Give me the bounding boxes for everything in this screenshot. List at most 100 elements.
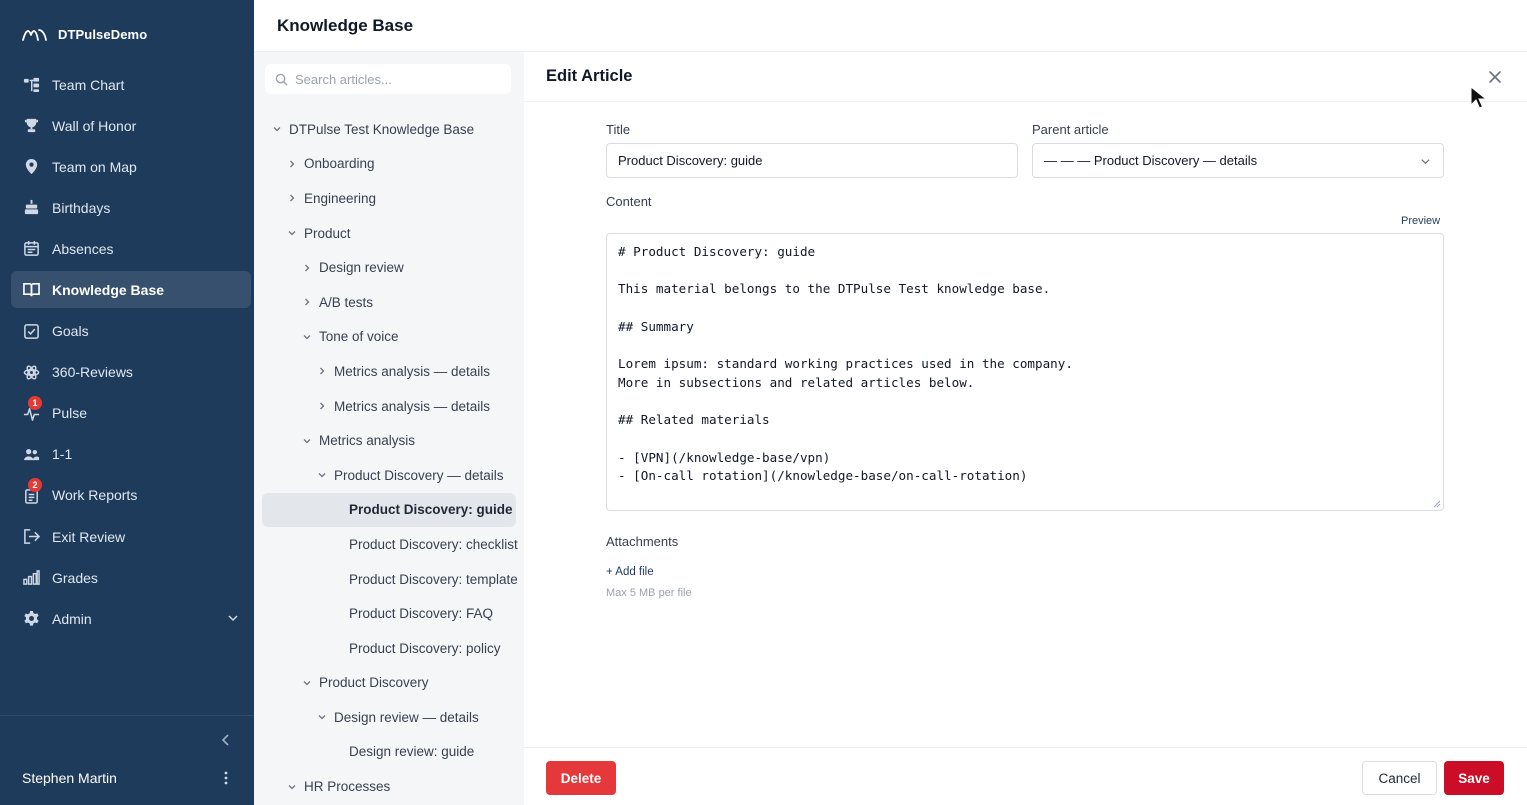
tree-item-label: Product: [304, 225, 351, 241]
brand[interactable]: DTPulseDemo: [22, 24, 147, 44]
sidebar-item-exit-review[interactable]: Exit Review: [11, 518, 251, 555]
chevron-down-icon[interactable]: [316, 469, 328, 481]
chevron-right-icon[interactable]: [316, 400, 328, 412]
tree-item[interactable]: Product Discovery — details: [262, 458, 524, 493]
tree-item[interactable]: Product Discovery: template: [262, 562, 524, 597]
resize-handle-icon[interactable]: [1433, 500, 1441, 508]
tree-item-label: Product Discovery: template: [349, 571, 518, 587]
sidebar-item-label: Exit Review: [52, 528, 126, 545]
sidebar-item-label: 1-1: [52, 446, 73, 463]
content-label: Content: [606, 194, 652, 209]
trophy-icon: [22, 117, 40, 135]
chevron-down-icon[interactable]: [286, 781, 298, 793]
sidebar-item-label: Work Reports: [52, 487, 138, 504]
tree-item[interactable]: Engineering: [262, 181, 524, 216]
chevron-down-icon[interactable]: [301, 677, 313, 689]
sidebar-item-team-on-map[interactable]: Team on Map: [11, 148, 251, 185]
tree-item[interactable]: Design review — details: [262, 700, 524, 735]
tree-item[interactable]: Onboarding: [262, 147, 524, 182]
sidebar-item-work-reports[interactable]: 2 Work Reports: [11, 477, 251, 514]
sidebar-item-label: Wall of Honor: [52, 117, 137, 134]
article-tree-panel: DTPulse Test Knowledge Base Onboarding Eng…: [254, 52, 524, 805]
sidebar-item-label: Knowledge Base: [52, 281, 165, 298]
tree-item-label: Onboarding: [304, 156, 375, 172]
tree-item[interactable]: Product Discovery: guide: [262, 492, 516, 528]
add-file-button[interactable]: + Add file: [606, 566, 654, 578]
search-icon: [275, 73, 288, 86]
attachments-hint: Max 5 MB per file: [606, 587, 692, 599]
preview-link[interactable]: Preview: [1401, 215, 1440, 227]
exit-icon: [22, 528, 40, 546]
pulse-icon: 1: [22, 396, 42, 422]
sidebar-item-wall-of-honor[interactable]: Wall of Honor: [11, 107, 251, 144]
more-vertical-icon[interactable]: [218, 770, 234, 786]
sidebar-item-360-reviews[interactable]: 360-Reviews: [11, 354, 251, 391]
chevron-down-icon[interactable]: [301, 331, 313, 343]
sidebar-item-one-on-one[interactable]: 1-1: [11, 436, 251, 473]
cancel-button[interactable]: Cancel: [1362, 761, 1437, 795]
delete-button[interactable]: Delete: [546, 761, 616, 795]
tree-item[interactable]: Design review: [262, 250, 524, 285]
chevron-down-icon[interactable]: [271, 123, 283, 135]
tree-item[interactable]: Design review: guide: [262, 735, 524, 770]
chevron-down-icon[interactable]: [286, 227, 298, 239]
tree-item[interactable]: Metrics analysis — details: [262, 389, 524, 424]
search-input[interactable]: [295, 71, 495, 87]
sidebar-item-absences[interactable]: Absences: [11, 230, 251, 267]
tree-item[interactable]: DTPulse Test Knowledge Base: [262, 112, 524, 147]
sidebar-item-label: Birthdays: [52, 199, 111, 216]
tree-item-label: Design review: guide: [349, 744, 475, 760]
sidebar-item-knowledge-base[interactable]: Knowledge Base: [11, 271, 251, 309]
notification-badge: 2: [28, 478, 42, 493]
checkbox-icon: [22, 322, 40, 340]
chevron-right-icon[interactable]: [286, 158, 298, 170]
sidebar-item-label: Goals: [52, 323, 89, 340]
chevron-down-icon[interactable]: [316, 711, 328, 723]
chevron-right-icon[interactable]: [286, 192, 298, 204]
page-title: Knowledge Base: [277, 16, 414, 35]
search-box[interactable]: [265, 64, 511, 94]
page-header: Knowledge Base: [254, 0, 1527, 52]
tree-item[interactable]: Metrics analysis: [262, 423, 524, 458]
save-button[interactable]: Save: [1444, 761, 1504, 795]
chevron-right-icon[interactable]: [316, 365, 328, 377]
tree-item[interactable]: Product Discovery: checklist: [262, 527, 524, 562]
chevron-right-icon[interactable]: [301, 296, 313, 308]
sidebar-item-goals[interactable]: Goals: [11, 313, 251, 350]
content-textarea[interactable]: # Product Discovery: guide This material…: [606, 233, 1444, 511]
sidebar-item-birthdays[interactable]: Birthdays: [11, 189, 251, 226]
gear-icon: [22, 610, 40, 628]
tree-item[interactable]: HR Processes: [262, 769, 524, 804]
user-name[interactable]: Stephen Martin: [22, 770, 117, 786]
tree-item[interactable]: Product Discovery: FAQ: [262, 596, 524, 631]
chevron-down-icon[interactable]: [301, 435, 313, 447]
tree-item[interactable]: Product: [262, 216, 524, 251]
calendar-icon: [22, 240, 40, 258]
sidebar-item-label: Team on Map: [52, 158, 137, 175]
parent-article-value: — — — Product Discovery — details: [1044, 153, 1258, 168]
close-icon[interactable]: [1487, 69, 1503, 85]
logo-icon: [22, 29, 47, 41]
chevron-right-icon[interactable]: [301, 262, 313, 274]
sidebar-item-grades[interactable]: Grades: [11, 559, 251, 596]
map-pin-icon: [22, 158, 40, 176]
title-field[interactable]: [606, 143, 1018, 178]
sidebar-item-admin[interactable]: Admin: [11, 600, 251, 637]
tree-item-label: Tone of voice: [319, 329, 399, 345]
sidebar-item-label: Absences: [52, 240, 114, 257]
tree-item-label: Engineering: [304, 190, 377, 206]
tree-item[interactable]: Product Discovery: policy: [262, 631, 524, 666]
parent-article-label: Parent article: [1032, 122, 1109, 137]
sidebar-item-team-chart[interactable]: Team Chart: [11, 66, 251, 103]
tree-item[interactable]: Tone of voice: [262, 320, 524, 355]
collapse-sidebar-icon[interactable]: [218, 732, 234, 748]
tree-item[interactable]: A/B tests: [262, 285, 524, 320]
tree-item-label: HR Processes: [304, 779, 391, 795]
tree-item[interactable]: Product Discovery: [262, 666, 524, 701]
chevron-down-icon: [1421, 159, 1430, 165]
title-input[interactable]: [618, 153, 1006, 168]
sidebar-item-pulse[interactable]: 1 Pulse: [11, 395, 251, 432]
parent-article-select[interactable]: — — — Product Discovery — details: [1032, 143, 1444, 178]
sidebar-nav: Team Chart Wall of Honor Team on Map Bir…: [11, 66, 251, 641]
tree-item[interactable]: Metrics analysis — details: [262, 354, 524, 389]
